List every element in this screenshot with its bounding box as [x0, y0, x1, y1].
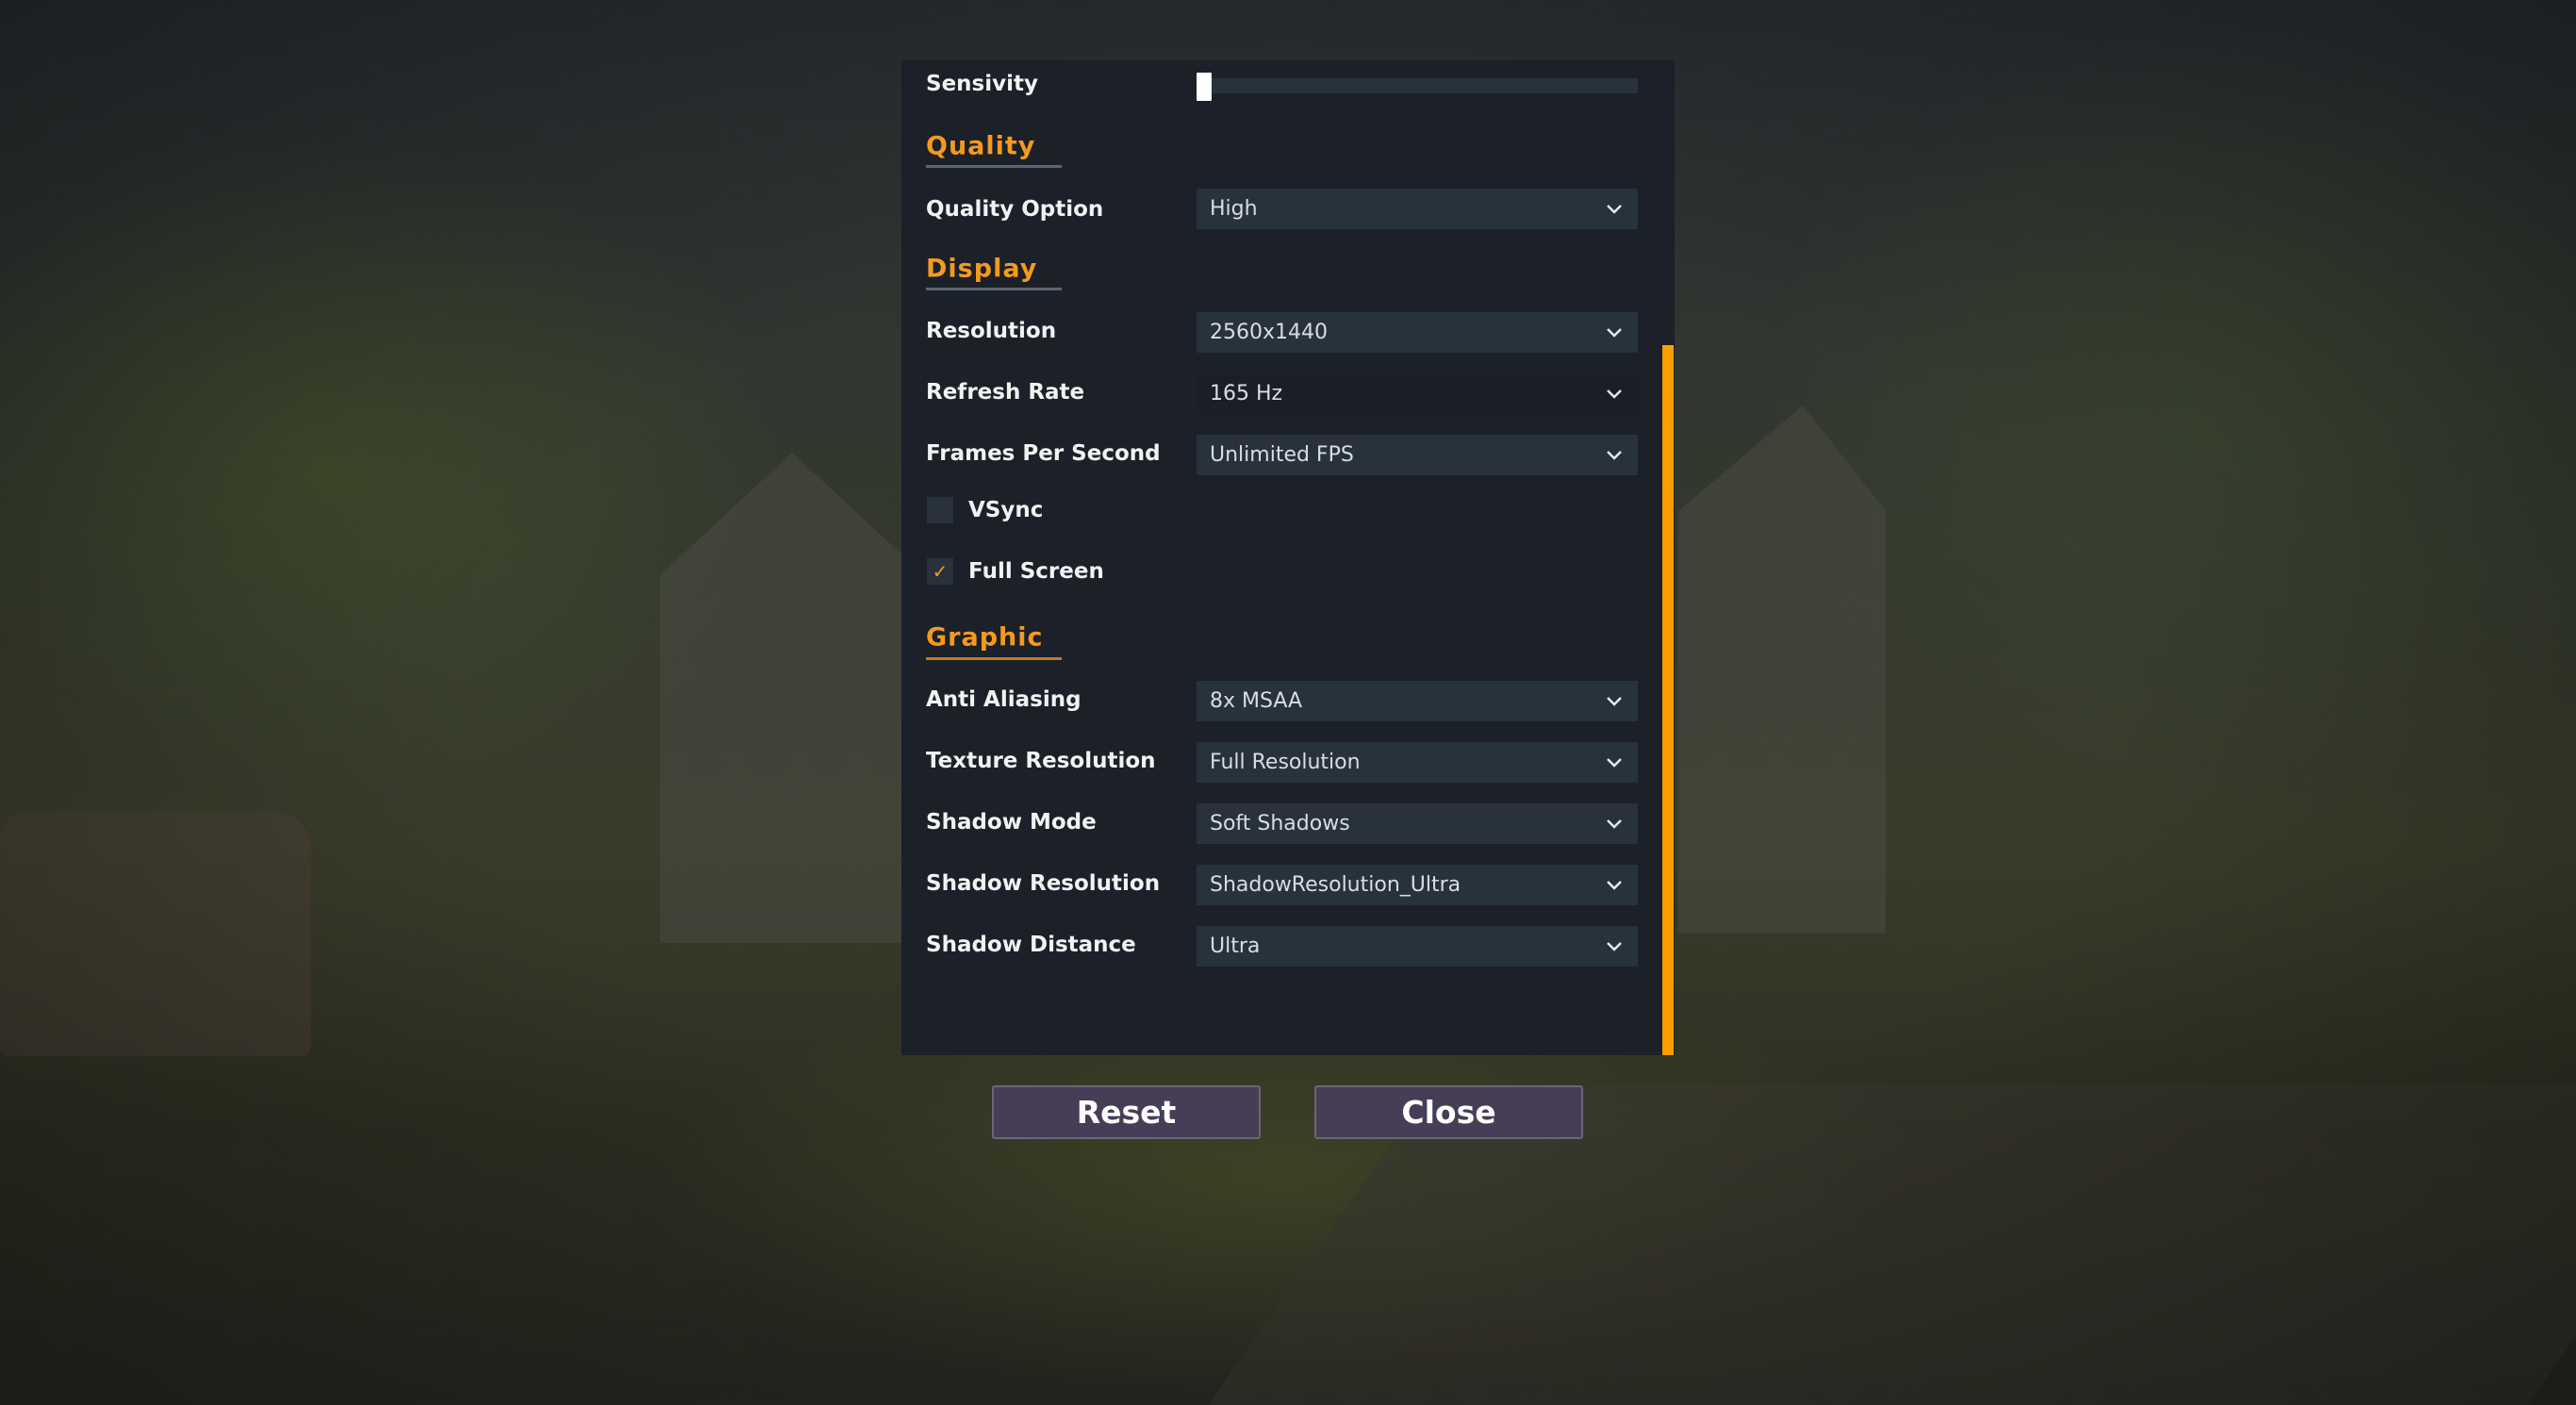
section-title-graphic: Graphic [926, 622, 1044, 653]
resolution-label: Resolution [926, 319, 1057, 343]
texture-resolution-label: Texture Resolution [926, 749, 1156, 773]
chevron-down-icon [1604, 322, 1625, 343]
shadow-resolution-dropdown[interactable]: ShadowResolution_Ultra [1197, 865, 1638, 905]
shadow-distance-value: Ultra [1210, 934, 1261, 958]
background-house-right [1678, 405, 1886, 934]
chevron-down-icon [1604, 875, 1625, 896]
fps-dropdown[interactable]: Unlimited FPS [1197, 435, 1638, 475]
section-title-display: Display [926, 254, 1038, 284]
fullscreen-label: Full Screen [968, 559, 1104, 584]
chevron-down-icon [1604, 445, 1625, 466]
settings-scrollbar-thumb[interactable] [1662, 345, 1674, 1055]
chevron-down-icon [1604, 814, 1625, 835]
shadow-distance-dropdown[interactable]: Ultra [1197, 926, 1638, 967]
fps-value: Unlimited FPS [1210, 443, 1354, 467]
close-button[interactable]: Close [1314, 1085, 1583, 1139]
resolution-value: 2560x1440 [1210, 321, 1328, 344]
chevron-down-icon [1604, 936, 1625, 957]
reset-button[interactable]: Reset [992, 1085, 1261, 1139]
sensitivity-slider-thumb[interactable] [1197, 73, 1212, 101]
section-underline-quality [926, 165, 1062, 168]
chevron-down-icon [1604, 691, 1625, 712]
chevron-down-icon [1604, 752, 1625, 773]
quality-option-label: Quality Option [926, 197, 1104, 222]
section-underline-display [926, 288, 1062, 290]
vsync-checkbox[interactable] [927, 497, 953, 523]
shadow-distance-label: Shadow Distance [926, 933, 1136, 957]
section-title-quality: Quality [926, 131, 1036, 161]
fullscreen-checkbox[interactable]: ✓ [927, 558, 953, 585]
shadow-mode-dropdown[interactable]: Soft Shadows [1197, 803, 1638, 844]
anti-aliasing-dropdown[interactable]: 8x MSAA [1197, 681, 1638, 721]
refresh-rate-dropdown[interactable]: 165 Hz [1197, 373, 1638, 414]
fps-label: Frames Per Second [926, 441, 1161, 466]
shadow-resolution-label: Shadow Resolution [926, 871, 1161, 896]
chevron-down-icon [1604, 199, 1625, 220]
background-car [0, 811, 311, 1056]
quality-option-value: High [1210, 197, 1258, 221]
refresh-rate-label: Refresh Rate [926, 380, 1085, 405]
resolution-dropdown[interactable]: 2560x1440 [1197, 312, 1638, 353]
shadow-mode-value: Soft Shadows [1210, 812, 1350, 835]
anti-aliasing-label: Anti Aliasing [926, 687, 1082, 712]
chevron-down-icon [1604, 384, 1625, 405]
shadow-mode-label: Shadow Mode [926, 810, 1097, 835]
texture-resolution-value: Full Resolution [1210, 751, 1361, 774]
vsync-label: VSync [968, 498, 1044, 522]
refresh-rate-value: 165 Hz [1210, 382, 1283, 405]
shadow-resolution-value: ShadowResolution_Ultra [1210, 873, 1461, 897]
anti-aliasing-value: 8x MSAA [1210, 689, 1303, 713]
quality-option-dropdown[interactable]: High [1197, 189, 1638, 229]
background-house-left [660, 453, 924, 943]
sensitivity-label: Sensivity [926, 72, 1038, 96]
sensitivity-slider-track[interactable] [1197, 78, 1638, 93]
texture-resolution-dropdown[interactable]: Full Resolution [1197, 742, 1638, 783]
section-underline-graphic [926, 657, 1062, 660]
